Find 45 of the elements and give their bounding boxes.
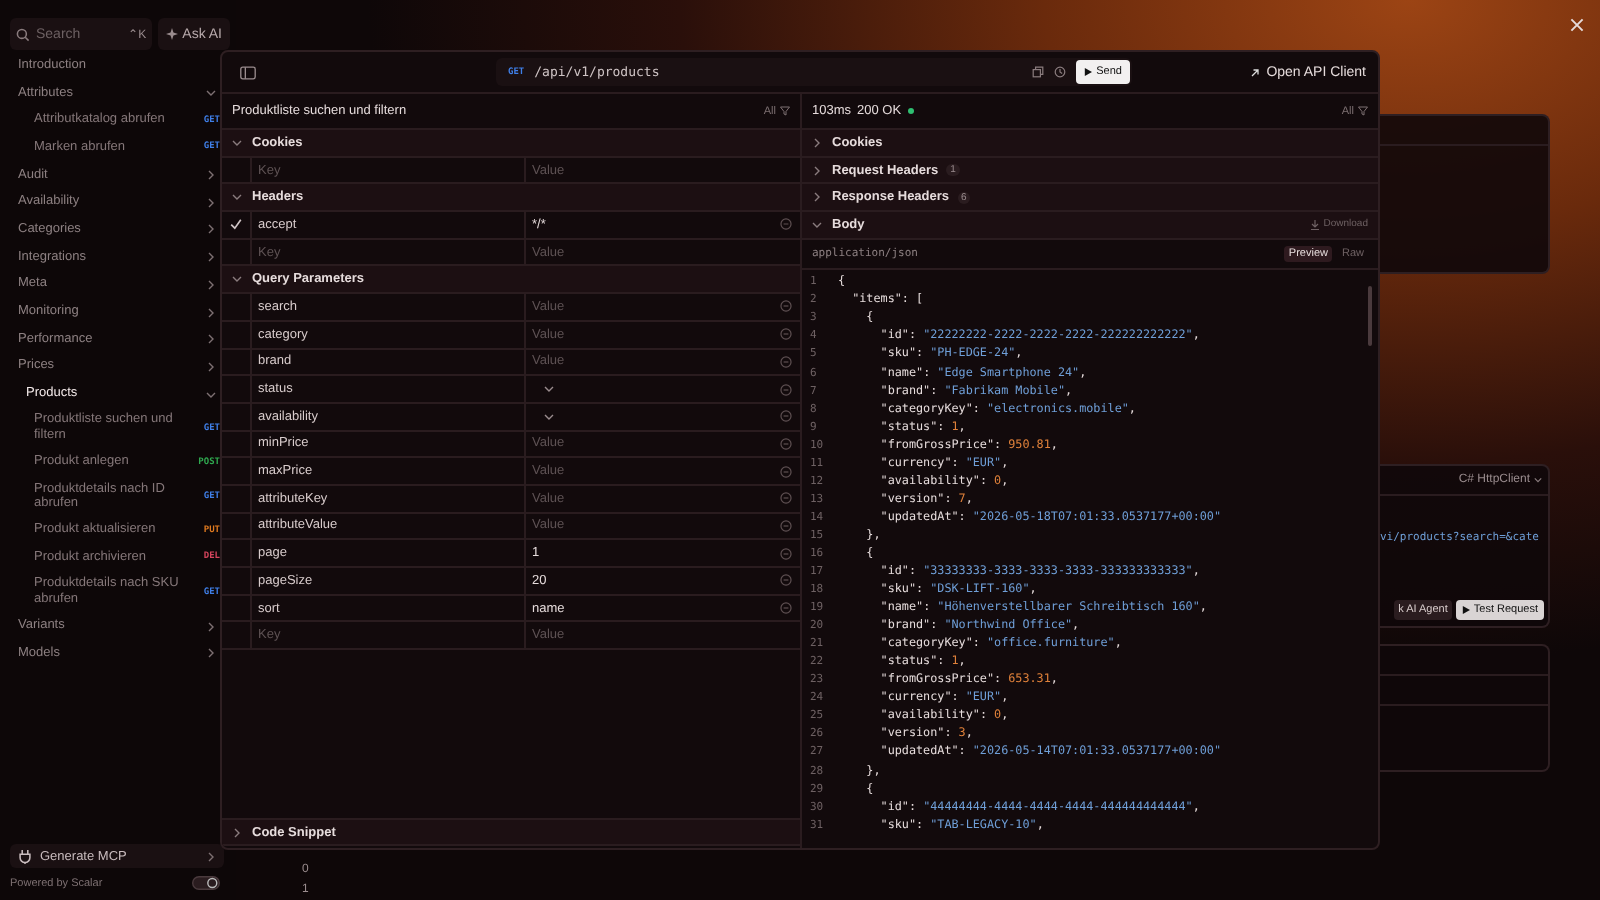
remove-icon[interactable] bbox=[780, 574, 792, 587]
status-dot-icon bbox=[907, 108, 914, 114]
remove-icon[interactable] bbox=[780, 410, 792, 423]
chevron-icon[interactable] bbox=[206, 224, 216, 235]
remove-icon[interactable] bbox=[780, 383, 792, 396]
arrow-icon bbox=[1250, 67, 1261, 77]
chevron-icon[interactable] bbox=[206, 170, 216, 181]
chevron-icon[interactable] bbox=[206, 252, 216, 263]
chevron-icon bbox=[544, 384, 554, 395]
chevron-icon[interactable] bbox=[206, 648, 216, 659]
filter-icon bbox=[1358, 106, 1368, 116]
filter-icon bbox=[780, 106, 790, 116]
remove-icon[interactable] bbox=[780, 355, 792, 368]
chevron-icon bbox=[544, 411, 554, 422]
chevron-icon[interactable] bbox=[206, 334, 216, 345]
remove-icon[interactable] bbox=[780, 602, 792, 615]
chevron-icon[interactable] bbox=[206, 88, 216, 99]
chevron-icon[interactable] bbox=[206, 307, 216, 318]
play-icon bbox=[1461, 606, 1470, 614]
remove-icon[interactable] bbox=[780, 547, 792, 560]
history-icon[interactable] bbox=[1054, 66, 1067, 78]
play-icon bbox=[1084, 68, 1093, 76]
download-icon bbox=[1309, 219, 1320, 230]
remove-icon[interactable] bbox=[780, 437, 792, 450]
remove-icon[interactable] bbox=[780, 328, 792, 341]
search-icon bbox=[16, 27, 30, 41]
chevron-icon[interactable] bbox=[206, 621, 216, 632]
chevron-icon bbox=[206, 851, 216, 861]
theme-toggle-icon[interactable] bbox=[192, 876, 220, 890]
copy-icon[interactable] bbox=[1032, 66, 1045, 78]
sparkle-icon bbox=[166, 28, 179, 40]
remove-icon[interactable] bbox=[780, 300, 792, 313]
chevron-icon[interactable] bbox=[206, 197, 216, 208]
chevron-icon bbox=[1534, 476, 1542, 484]
remove-icon[interactable] bbox=[780, 492, 792, 505]
chevron-icon[interactable] bbox=[206, 361, 216, 372]
chevron-icon[interactable] bbox=[206, 389, 216, 400]
check-icon[interactable] bbox=[230, 218, 242, 231]
remove-icon[interactable] bbox=[780, 465, 792, 478]
remove-icon[interactable] bbox=[780, 218, 792, 231]
chevron-icon[interactable] bbox=[206, 279, 216, 290]
close-icon[interactable] bbox=[1570, 18, 1584, 32]
sidebar-toggle-icon[interactable] bbox=[240, 65, 256, 79]
plug-icon bbox=[18, 849, 32, 863]
remove-icon[interactable] bbox=[780, 519, 792, 532]
